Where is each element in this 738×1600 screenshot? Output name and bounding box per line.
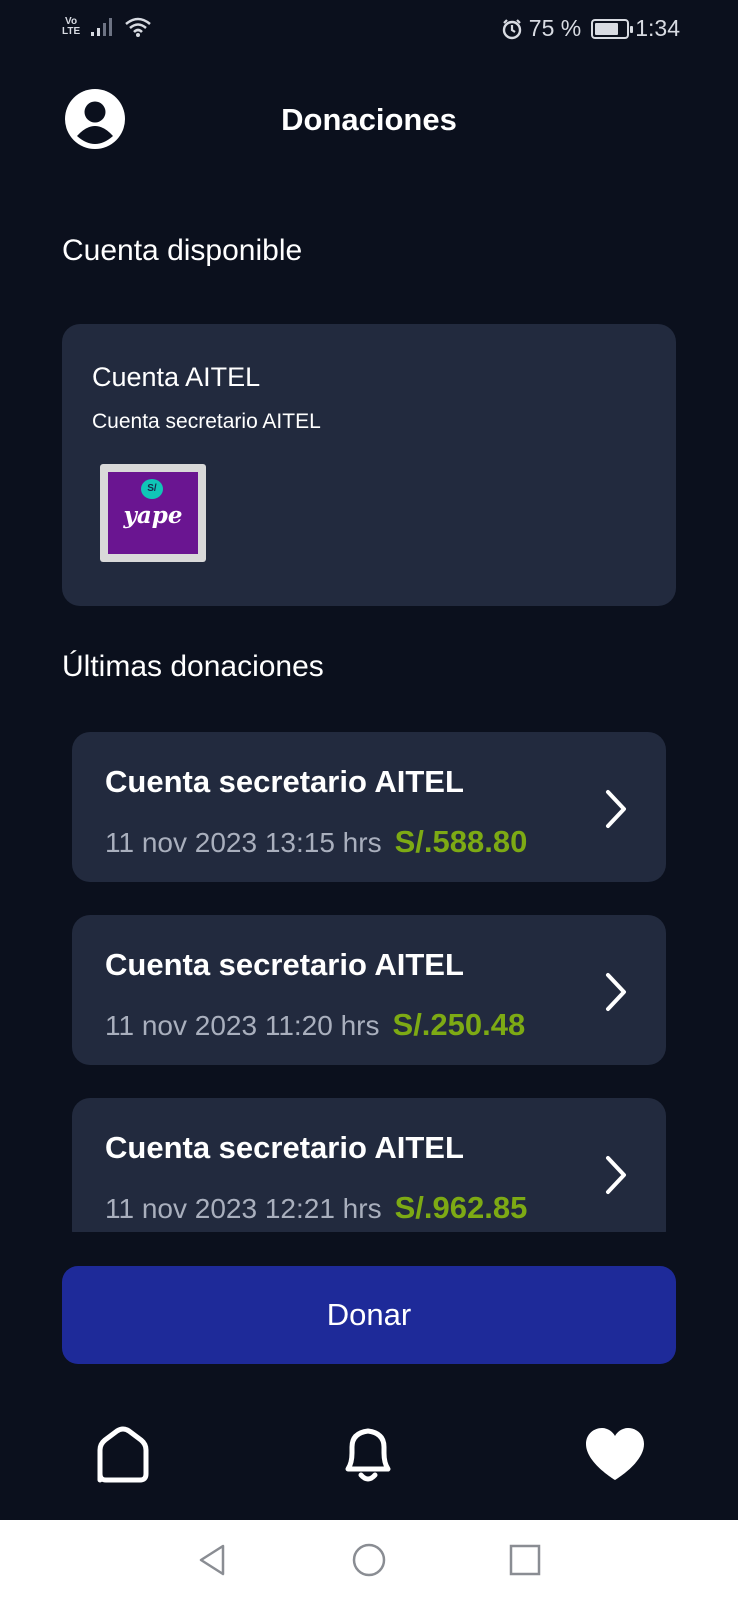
yape-logo-inner: S/ yape (108, 472, 198, 554)
donation-amount: S/.962.85 (394, 1190, 528, 1225)
clock: 1:34 (635, 15, 680, 41)
donation-meta: 11 nov 2023 11:20 hrs S/.250.48 (105, 1007, 525, 1043)
donations-list[interactable]: Cuenta secretario AITEL 11 nov 2023 13:1… (0, 730, 738, 1232)
battery-percent: 75 % (528, 15, 582, 41)
donation-item[interactable]: Cuenta secretario AITEL 11 nov 2023 13:1… (72, 732, 666, 882)
donation-title: Cuenta secretario AITEL (105, 1130, 464, 1165)
donation-item[interactable]: Cuenta secretario AITEL 11 nov 2023 12:2… (72, 1098, 666, 1232)
donations-screen: Vo LTE 75 % 1:34 Donaciones Cuenta dispo… (0, 0, 738, 1600)
wifi-icon (125, 17, 151, 37)
status-bar: Vo LTE 75 % 1:34 (0, 0, 738, 58)
battery-fill (595, 22, 618, 35)
bottom-nav (0, 1420, 738, 1520)
donation-date: 11 nov 2023 13:15 hrs (105, 827, 382, 858)
chevron-right-icon[interactable] (604, 971, 628, 1013)
home-circle-icon[interactable] (347, 1538, 391, 1582)
volte-indicator: Vo LTE (62, 17, 80, 37)
yape-badge: S/ (141, 479, 163, 499)
account-description: Cuenta secretario AITEL (92, 410, 321, 433)
chevron-right-icon[interactable] (604, 1154, 628, 1196)
bell-icon[interactable] (333, 1420, 403, 1490)
chevron-right-icon[interactable] (604, 788, 628, 830)
donation-meta: 11 nov 2023 13:15 hrs S/.588.80 (105, 824, 527, 860)
signal-icon (91, 18, 113, 36)
donation-item[interactable]: Cuenta secretario AITEL 11 nov 2023 11:2… (72, 915, 666, 1065)
yape-logo: S/ yape (100, 464, 206, 562)
back-icon[interactable] (190, 1538, 234, 1582)
status-right: 75 % 1:34 (501, 15, 680, 42)
account-name: Cuenta AITEL (92, 362, 261, 392)
status-left: Vo LTE (62, 16, 152, 38)
donate-button[interactable]: Donar (62, 1266, 676, 1364)
yape-wordmark: yape (123, 502, 183, 529)
home-icon[interactable] (88, 1420, 158, 1490)
volte-bottom: LTE (62, 26, 81, 37)
donation-date: 11 nov 2023 11:20 hrs (105, 1010, 380, 1041)
heart-icon[interactable] (580, 1420, 650, 1490)
donation-amount: S/.250.48 (392, 1007, 526, 1042)
recent-donations-heading: Últimas donaciones (62, 650, 324, 683)
alarm-icon (502, 18, 521, 39)
available-account-heading: Cuenta disponible (62, 234, 303, 267)
donation-title: Cuenta secretario AITEL (105, 764, 464, 799)
donation-title: Cuenta secretario AITEL (105, 947, 464, 982)
donation-date: 11 nov 2023 12:21 hrs (105, 1193, 382, 1224)
recents-icon[interactable] (503, 1538, 547, 1582)
donation-meta: 11 nov 2023 12:21 hrs S/.962.85 (105, 1190, 527, 1226)
account-card[interactable]: Cuenta AITEL Cuenta secretario AITEL S/ … (62, 324, 676, 606)
donation-amount: S/.588.80 (394, 824, 528, 859)
system-nav-bar (0, 1520, 738, 1600)
page-title: Donaciones (281, 102, 457, 137)
battery-icon (591, 18, 634, 39)
